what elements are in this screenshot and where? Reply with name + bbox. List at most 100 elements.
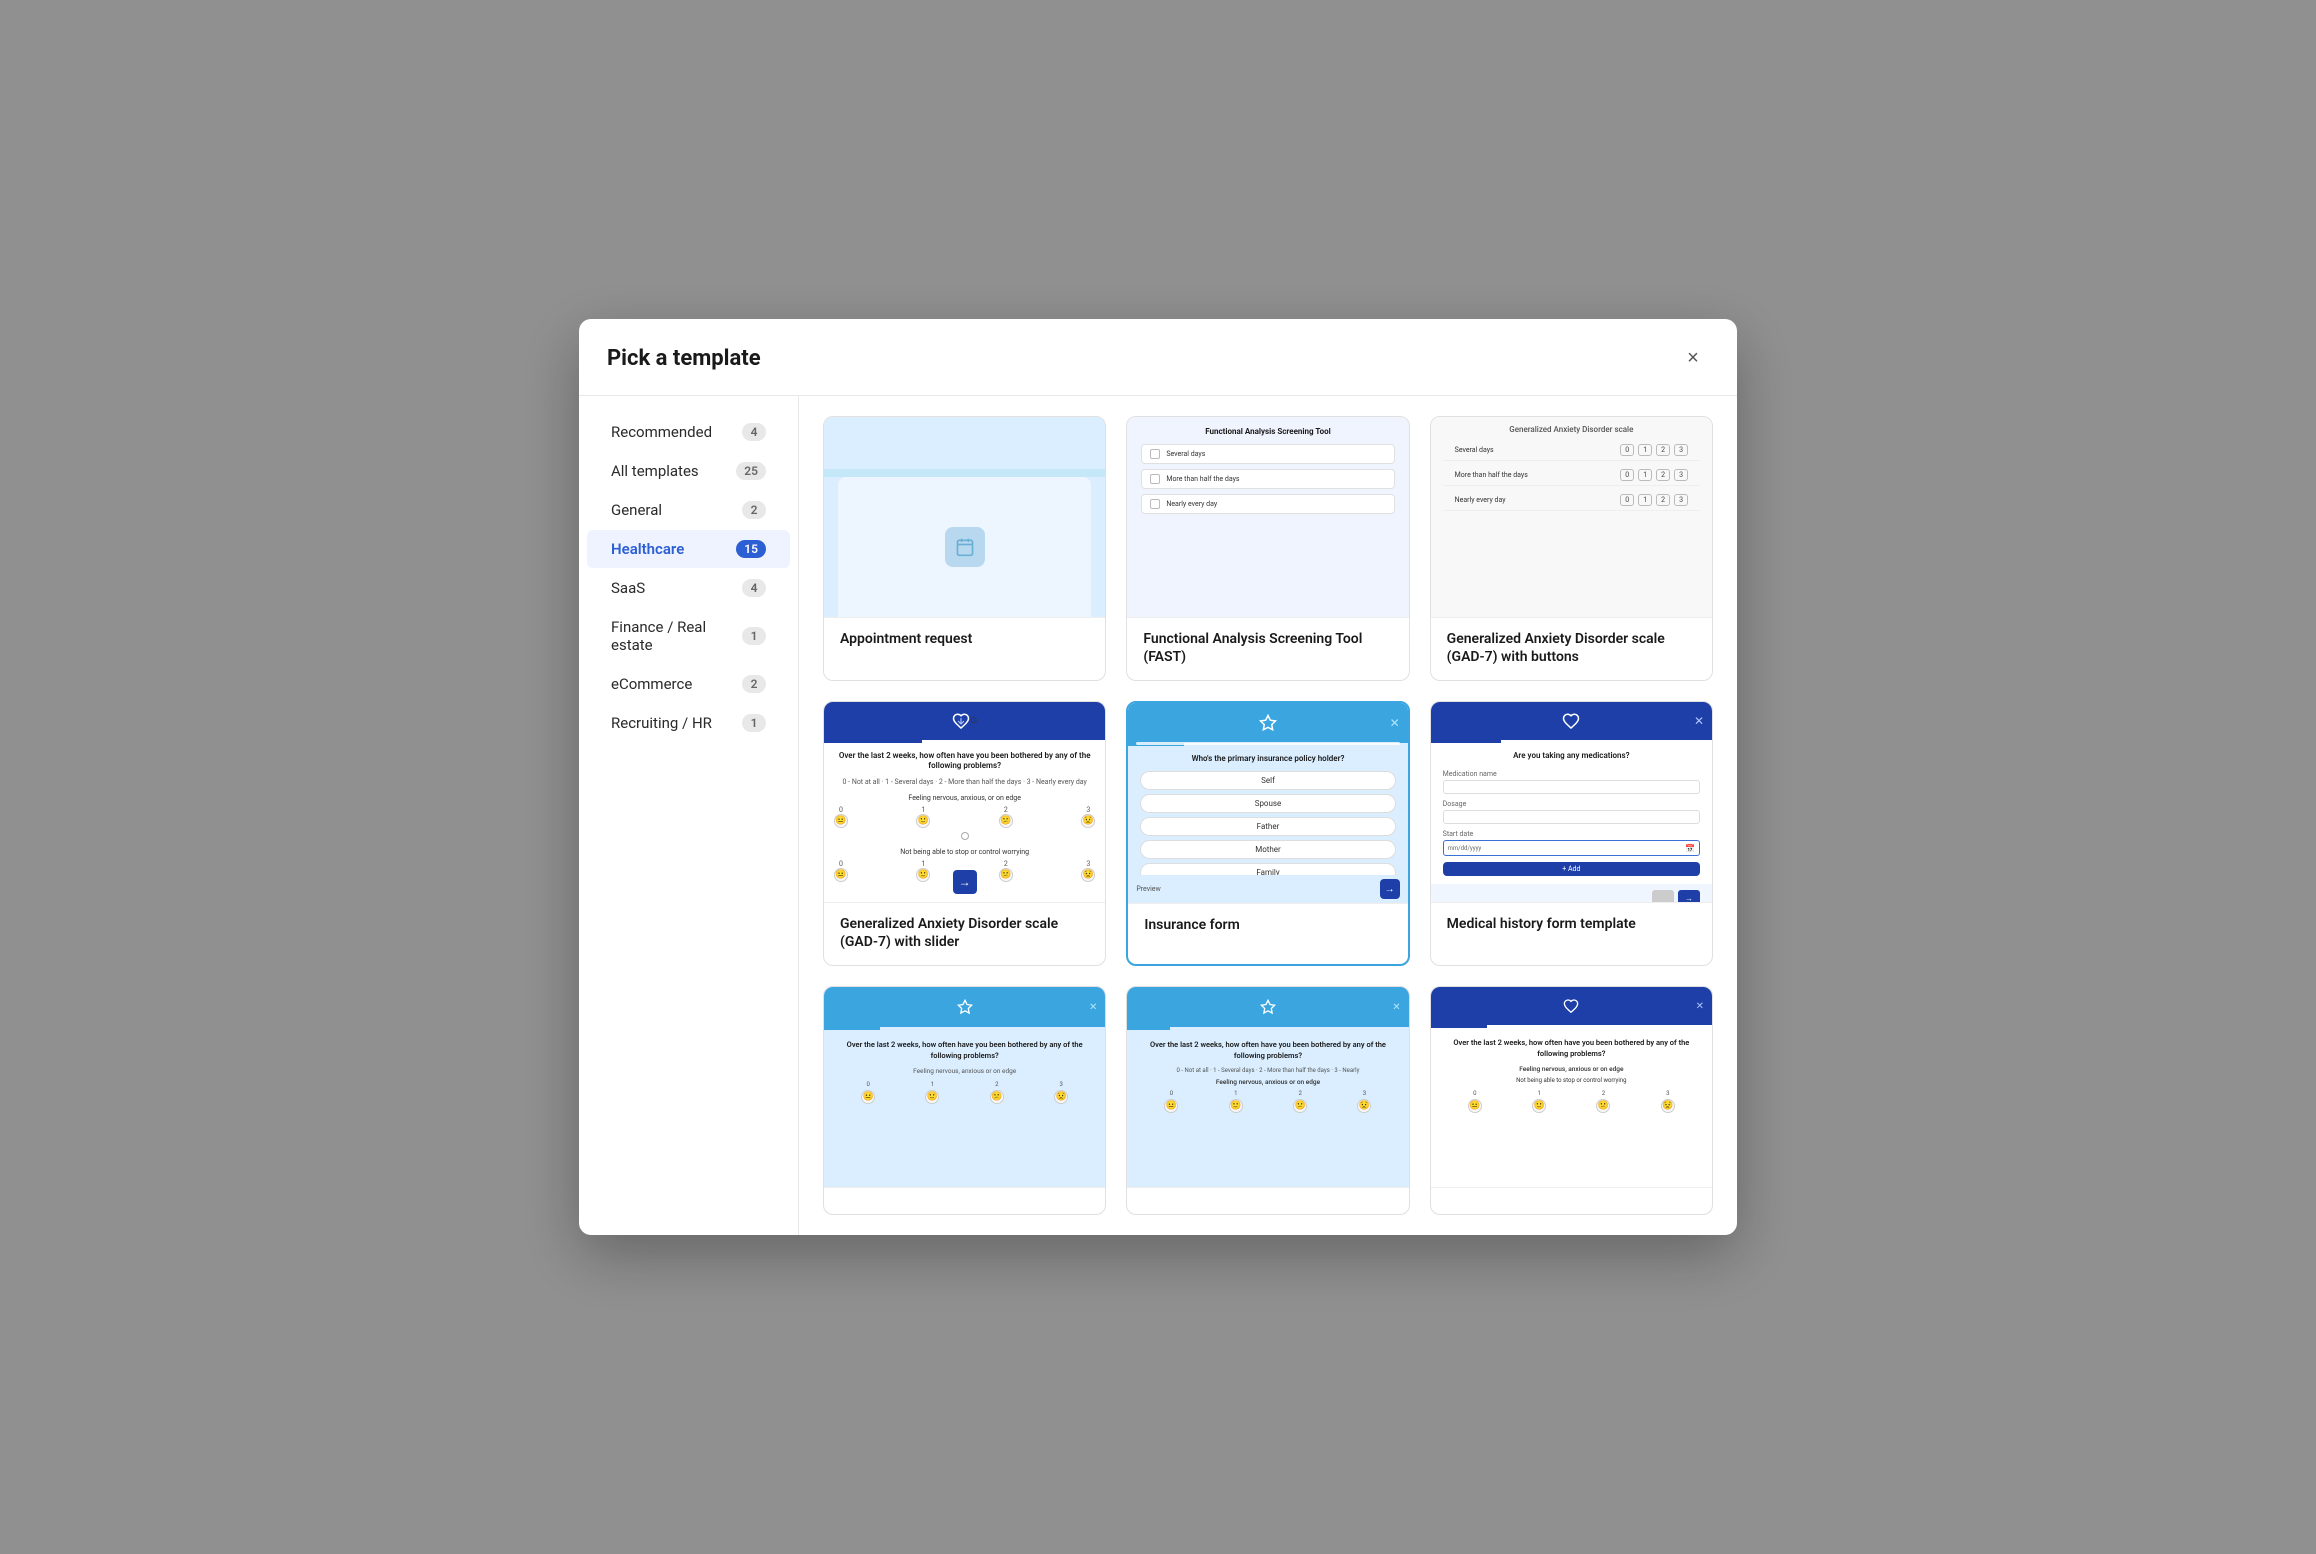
card-preview-medical: ✕ Are you taking any medications? Medica… <box>1431 702 1712 902</box>
close-button[interactable]: × <box>1677 343 1709 375</box>
card-footer-gad7blue3 <box>1431 1187 1712 1214</box>
card-footer-gad7teal <box>824 1187 1105 1214</box>
gad-next-btn[interactable]: → <box>953 870 977 894</box>
fast-checkbox <box>1150 449 1160 459</box>
med-input-dosage <box>1443 810 1700 824</box>
gad-scale: 0 - Not at all · 1 - Several days · 2 - … <box>834 778 1095 786</box>
fast-checkbox-3 <box>1150 499 1160 509</box>
med-header: ✕ <box>1431 702 1712 740</box>
sidebar-count-recommended: 4 <box>742 423 766 441</box>
gad7blue3-close: ✕ <box>1696 1001 1704 1012</box>
gad7slider-preview: ⊙ Over the last 2 weeks, how often have … <box>824 702 1105 902</box>
med-back-btn[interactable] <box>1652 890 1674 902</box>
fast-checkbox-2 <box>1150 474 1160 484</box>
card-preview-gad7teal2: ✕ Over the last 2 weeks, how often have … <box>1127 987 1408 1187</box>
template-card-gad7slider[interactable]: ⊙ Over the last 2 weeks, how often have … <box>823 701 1106 966</box>
sidebar-item-saas[interactable]: SaaS 4 <box>587 569 790 607</box>
gad7b-item-3: Nearly every day 0 1 2 3 <box>1443 490 1700 511</box>
gad7b-item-2: More than half the days 0 1 2 3 <box>1443 465 1700 486</box>
gad7teal2-header: ✕ <box>1127 987 1408 1027</box>
gad7blue3-header: ✕ <box>1431 987 1712 1025</box>
template-card-fast[interactable]: Functional Analysis Screening Tool Sever… <box>1126 416 1409 681</box>
ins-option-self: Self <box>1140 771 1395 790</box>
med-label-name: Medication name <box>1443 770 1700 778</box>
ins-preview-label: Preview <box>1136 885 1160 893</box>
med-field-date: Start date mm/dd/yyyy 📅 <box>1443 830 1700 856</box>
card-preview-fast: Functional Analysis Screening Tool Sever… <box>1127 417 1408 617</box>
med-content: Are you taking any medications? Medicati… <box>1431 743 1712 884</box>
sidebar-item-recruiting[interactable]: Recruiting / HR 1 <box>587 704 790 742</box>
sidebar-item-recommended[interactable]: Recommended 4 <box>587 413 790 451</box>
modal-overlay[interactable]: Pick a template × Recommended 4 All temp… <box>0 0 2316 1554</box>
template-card-insurance[interactable]: ✕ Who's the primary insurance policy hol… <box>1126 701 1409 966</box>
sidebar-item-all-templates[interactable]: All templates 25 <box>587 452 790 490</box>
sidebar-count-all-templates: 25 <box>736 462 766 480</box>
sidebar-label-saas: SaaS <box>611 579 645 597</box>
gad7b-options-3: 0 1 2 3 <box>1620 494 1688 506</box>
gad-scale-row-1: 0😐 1🙂 2😕 3😟 <box>834 806 1095 828</box>
gad-close-icon: ⊙ <box>970 716 978 726</box>
template-card-gad7teal2[interactable]: ✕ Over the last 2 weeks, how often have … <box>1126 986 1409 1215</box>
gad-radio-1 <box>961 832 969 840</box>
sidebar-label-recommended: Recommended <box>611 423 712 441</box>
sidebar-item-ecommerce[interactable]: eCommerce 2 <box>587 665 790 703</box>
modal-header: Pick a template × <box>579 319 1737 396</box>
template-card-gad7buttons[interactable]: Generalized Anxiety Disorder scale Sever… <box>1430 416 1713 681</box>
template-card-gad7teal[interactable]: ✕ Over the last 2 weeks, how often have … <box>823 986 1106 1215</box>
sidebar-item-general[interactable]: General 2 <box>587 491 790 529</box>
ins-close-icon: ✕ <box>1390 716 1400 730</box>
ins-option-mother: Mother <box>1140 840 1395 859</box>
sidebar-item-finance[interactable]: Finance / Real estate 1 <box>587 608 790 664</box>
ins-option-father: Father <box>1140 817 1395 836</box>
gad7teal2-close: ✕ <box>1392 1002 1400 1013</box>
appointment-preview <box>824 417 1105 617</box>
card-footer-insurance: Insurance form <box>1128 903 1407 948</box>
template-card-medical[interactable]: ✕ Are you taking any medications? Medica… <box>1430 701 1713 966</box>
gad7teal-scale-row: 0😐 1🙂 2😕 3😟 <box>836 1081 1093 1104</box>
sidebar-count-finance: 1 <box>742 627 766 645</box>
gad7teal2-scale-row: 0😐 1🙂 2😕 3😟 <box>1139 1090 1396 1113</box>
card-title-insurance: Insurance form <box>1144 916 1391 934</box>
card-footer-gad7slider: Generalized Anxiety Disorder scale (GAD-… <box>824 902 1105 965</box>
gad-header: ⊙ <box>824 702 1105 740</box>
gad7teal-content: Over the last 2 weeks, how often have yo… <box>824 1030 1105 1118</box>
appointment-icon <box>945 527 985 567</box>
gad7teal2-content: Over the last 2 weeks, how often have yo… <box>1127 1030 1408 1127</box>
template-card-gad7blue3[interactable]: ✕ Over the last 2 weeks, how often have … <box>1430 986 1713 1215</box>
med-add-button[interactable]: + Add <box>1443 862 1700 876</box>
gad7b-options-2: 0 1 2 3 <box>1620 469 1688 481</box>
card-preview-insurance: ✕ Who's the primary insurance policy hol… <box>1128 703 1407 903</box>
sidebar-count-healthcare: 15 <box>736 540 766 558</box>
card-preview-gad7slider: ⊙ Over the last 2 weeks, how often have … <box>824 702 1105 902</box>
template-card-appointment[interactable]: Appointment request <box>823 416 1106 681</box>
med-field-name: Medication name <box>1443 770 1700 794</box>
modal-title: Pick a template <box>607 346 761 371</box>
card-footer-appointment: Appointment request <box>824 617 1105 662</box>
gad-next-container: → <box>953 870 977 894</box>
gad7blue3-content: Over the last 2 weeks, how often have yo… <box>1431 1028 1712 1127</box>
gad7teal-header: ✕ <box>824 987 1105 1027</box>
card-title-gad7buttons: Generalized Anxiety Disorder scale (GAD-… <box>1447 630 1696 666</box>
modal-body: Recommended 4 All templates 25 General 2… <box>579 396 1737 1236</box>
sidebar-count-ecommerce: 2 <box>742 675 766 693</box>
card-footer-fast: Functional Analysis Screening Tool (FAST… <box>1127 617 1408 680</box>
sidebar-count-saas: 4 <box>742 579 766 597</box>
fast-preview: Functional Analysis Screening Tool Sever… <box>1127 417 1408 617</box>
med-close-icon: ✕ <box>1694 714 1704 728</box>
ins-next-btn[interactable]: → <box>1380 879 1400 899</box>
sidebar-label-ecommerce: eCommerce <box>611 675 692 693</box>
gad7b-options-1: 0 1 2 3 <box>1620 444 1688 456</box>
gad-feeling-1: Feeling nervous, anxious, or on edge 0😐 … <box>834 794 1095 840</box>
sidebar-item-healthcare[interactable]: Healthcare 15 <box>587 530 790 568</box>
sidebar-label-healthcare: Healthcare <box>611 540 684 558</box>
insurance-preview: ✕ Who's the primary insurance policy hol… <box>1128 703 1407 903</box>
gad7teal-preview: ✕ Over the last 2 weeks, how often have … <box>824 987 1105 1187</box>
med-next-btn[interactable]: → <box>1678 890 1700 902</box>
med-label-date: Start date <box>1443 830 1700 838</box>
card-preview-gad7blue3: ✕ Over the last 2 weeks, how often have … <box>1431 987 1712 1187</box>
sidebar-label-all-templates: All templates <box>611 462 699 480</box>
card-title-medical: Medical history form template <box>1447 915 1696 933</box>
sidebar-label-general: General <box>611 501 662 519</box>
card-title-gad7slider: Generalized Anxiety Disorder scale (GAD-… <box>840 915 1089 951</box>
gad7b-item-1: Several days 0 1 2 3 <box>1443 440 1700 461</box>
